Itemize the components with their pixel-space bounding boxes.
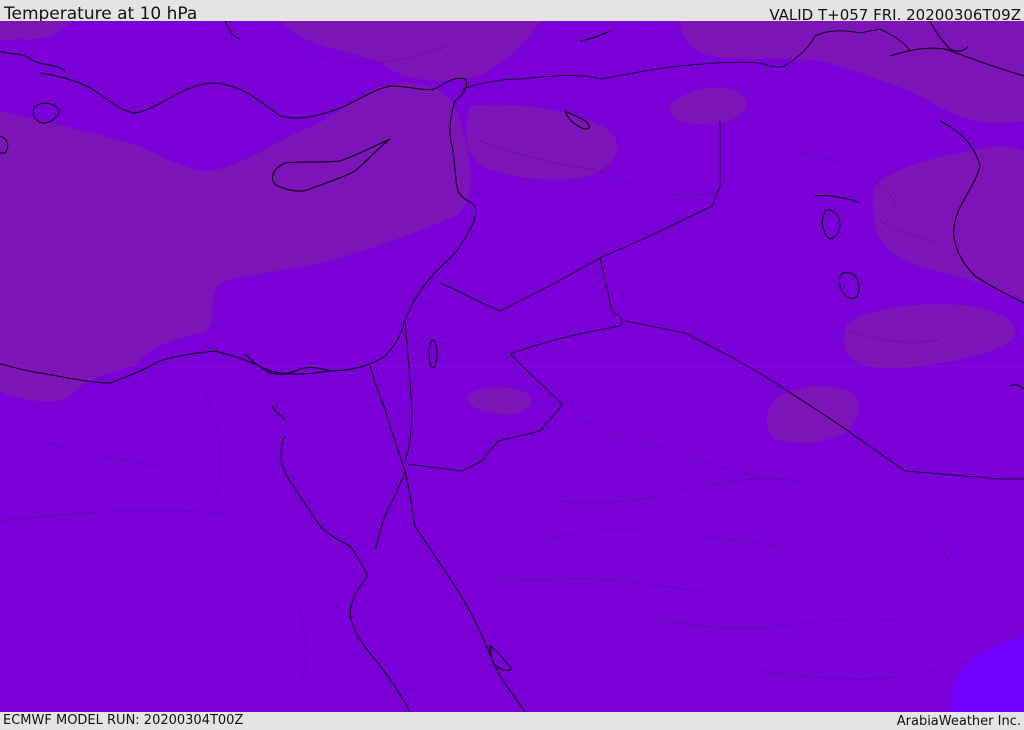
model-run: ECMWF MODEL RUN: 20200304T00Z [3, 713, 244, 728]
credit-text: ArabiaWeather Inc. [896, 714, 1021, 729]
weather-map[interactable] [0, 21, 1024, 712]
map-canvas [0, 21, 1024, 712]
footer-bar: ECMWF MODEL RUN: 20200304T00Z ArabiaWeat… [0, 712, 1024, 729]
header-bar: Temperature at 10 hPa VALID T+057 FRI. 2… [0, 0, 1024, 24]
